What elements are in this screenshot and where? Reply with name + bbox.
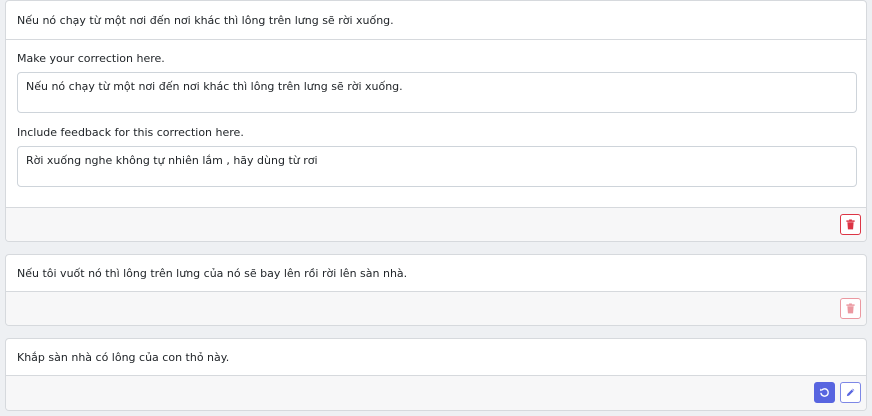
original-sentence: Nếu nó chạy từ một nơi đến nơi khác thì …: [17, 13, 394, 27]
correction-input[interactable]: Nếu nó chạy từ một nơi đến nơi khác thì …: [17, 72, 857, 113]
undo-icon: [820, 388, 829, 397]
correction-card: Nếu tôi vuốt nó thì lông trên lưng của n…: [5, 254, 867, 326]
undo-button[interactable]: [814, 382, 835, 403]
trash-icon: [846, 219, 855, 230]
card-footer: [6, 207, 866, 241]
feedback-label: Include feedback for this correction her…: [17, 126, 244, 139]
edit-button[interactable]: [840, 382, 861, 403]
feedback-input-value: Rời xuống nghe không tự nhiên lắm , hãy …: [26, 154, 318, 167]
original-sentence: Khắp sàn nhà có lông của con thỏ này.: [17, 351, 230, 364]
delete-button[interactable]: [840, 298, 861, 319]
correction-card: Khắp sàn nhà có lông của con thỏ này.: [5, 338, 867, 411]
sentence-header: Khắp sàn nhà có lông của con thỏ này.: [6, 339, 866, 377]
delete-button[interactable]: [840, 214, 861, 235]
feedback-input[interactable]: Rời xuống nghe không tự nhiên lắm , hãy …: [17, 146, 857, 187]
sentence-header: Nếu nó chạy từ một nơi đến nơi khác thì …: [6, 1, 866, 40]
trash-icon: [846, 303, 855, 314]
pencil-icon: [846, 388, 855, 397]
correction-input-value: Nếu nó chạy từ một nơi đến nơi khác thì …: [26, 80, 403, 93]
card-footer: [6, 291, 866, 325]
sentence-header: Nếu tôi vuốt nó thì lông trên lưng của n…: [6, 255, 866, 293]
correction-label: Make your correction here.: [17, 52, 165, 65]
card-footer: [6, 375, 866, 410]
original-sentence: Nếu tôi vuốt nó thì lông trên lưng của n…: [17, 267, 408, 280]
correction-card: Nếu nó chạy từ một nơi đến nơi khác thì …: [5, 0, 867, 242]
